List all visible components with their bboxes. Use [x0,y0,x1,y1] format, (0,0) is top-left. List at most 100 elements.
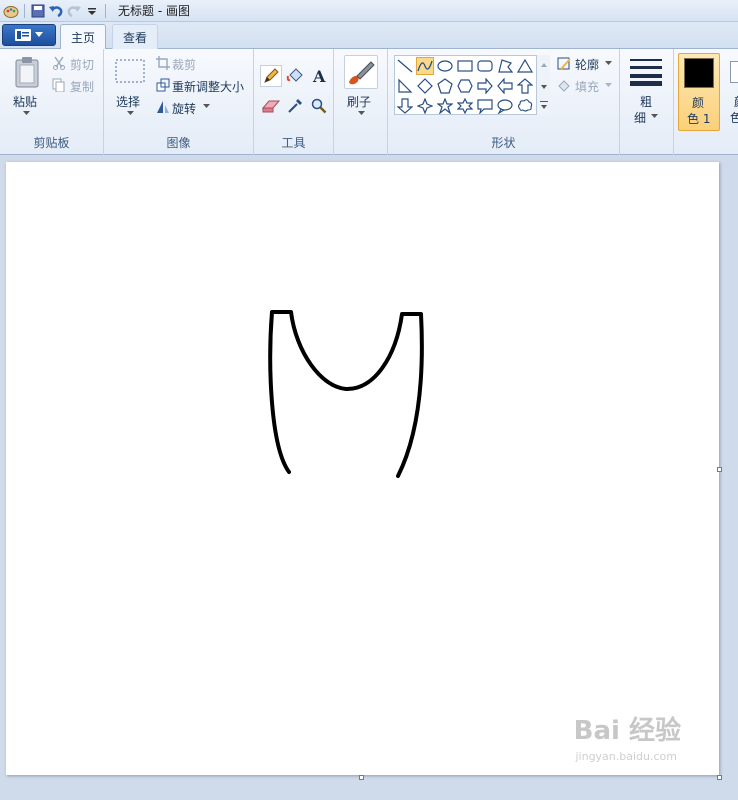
canvas-workspace: Bai 经验 jingyan.baidu.com [0,156,738,800]
cut-icon [52,56,66,70]
customize-quick-access-icon[interactable] [83,2,101,20]
shapes-group: 轮廓 填充 形状 [388,49,620,155]
color2-label-line2: 色 [730,111,738,125]
line-shape-icon[interactable] [396,57,414,75]
cut-button[interactable]: 剪切 [70,56,94,73]
right-arrow-shape-icon[interactable] [476,77,494,95]
resize-button[interactable]: 重新调整大小 [172,78,244,95]
drawing-canvas[interactable]: Bai 经验 jingyan.baidu.com [6,162,719,775]
rotate-button[interactable]: 旋转 [172,100,196,117]
diamond-shape-icon[interactable] [416,77,434,95]
size-group: 粗 细 [620,49,674,155]
color1-swatch [684,58,714,88]
clipboard-group-label: 剪贴板 [33,136,70,150]
pentagon-shape-icon[interactable] [436,77,454,95]
separator [24,3,25,18]
select-button[interactable]: 选择 [116,93,140,110]
clipboard-group: 粘贴 剪切 复制 剪贴板 [0,49,104,155]
brushes-group: 刷子 [334,49,388,155]
drawn-curves [268,310,424,478]
resize-handle-right[interactable] [717,467,722,472]
tab-view[interactable]: 查看 [112,24,158,49]
brushes-button[interactable]: 刷子 [347,93,371,110]
select-dropdown-icon[interactable] [126,109,134,117]
shapes-gallery [394,55,550,115]
fill-icon [556,78,572,94]
select-icon[interactable] [114,58,146,84]
image-group-label: 图像 [166,136,191,150]
redo-icon[interactable] [65,2,83,20]
eraser-icon[interactable] [260,95,282,117]
size-label-line1[interactable]: 粗 [640,93,652,110]
paste-button[interactable]: 粘贴 [13,93,37,110]
baidu-watermark-logo: Bai 经验 [573,716,681,746]
tools-group: A 工具 [254,49,334,155]
color2-label-line1: 颜 [734,93,738,110]
chevron-down-icon [35,32,43,37]
paste-icon[interactable] [12,55,42,89]
five-point-star-shape-icon[interactable] [436,97,454,115]
menu-icon [15,29,31,41]
image-group: 选择 裁剪 重新调整大小 旋转 图像 [104,49,254,155]
up-arrow-shape-icon[interactable] [516,77,534,95]
fill-button[interactable]: 填充 [575,78,599,95]
curve-shape-icon[interactable] [416,57,434,75]
copy-icon [52,78,66,92]
oval-callout-shape-icon[interactable] [496,97,514,115]
rectangle-callout-shape-icon[interactable] [476,97,494,115]
triangle-shape-icon[interactable] [516,57,534,75]
cloud-callout-shape-icon[interactable] [516,97,534,115]
hexagon-shape-icon[interactable] [456,77,474,95]
brush-icon[interactable] [344,55,378,89]
paint-app-icon[interactable] [2,2,20,20]
undo-icon[interactable] [47,2,65,20]
text-icon[interactable]: A [308,65,330,87]
save-icon[interactable] [29,2,47,20]
color1-label-line2: 色 1 [687,112,711,126]
paint-menu-button[interactable] [2,24,56,46]
pencil-icon[interactable] [260,65,282,87]
size-label-line2[interactable]: 细 [634,109,646,126]
resize-icon [156,78,170,92]
crop-button[interactable]: 裁剪 [172,56,196,73]
resize-handle-bottom[interactable] [359,775,364,780]
shapes-gallery-scroll[interactable] [536,55,550,115]
shapes-group-label: 形状 [491,136,516,150]
tools-group-label: 工具 [281,136,306,150]
four-point-star-shape-icon[interactable] [416,97,434,115]
outline-button[interactable]: 轮廓 [575,56,599,73]
color2-button[interactable]: 颜 色 [726,53,738,131]
color-picker-icon[interactable] [284,95,306,117]
brushes-dropdown-icon[interactable] [357,109,365,117]
color1-label-line1: 颜 [692,96,705,110]
separator [105,3,106,18]
tab-home[interactable]: 主页 [60,24,106,49]
copy-button[interactable]: 复制 [70,78,94,95]
outline-icon [556,56,572,72]
size-dropdown-icon[interactable] [650,112,658,120]
magnifier-icon[interactable] [308,95,330,117]
title-bar: 无标题 - 画图 [0,0,738,22]
left-arrow-shape-icon[interactable] [496,77,514,95]
six-point-star-shape-icon[interactable] [456,97,474,115]
window-title: 无标题 - 画图 [118,4,190,18]
rotate-dropdown-icon[interactable] [202,102,210,110]
polygon-shape-icon[interactable] [496,57,514,75]
rounded-rectangle-shape-icon[interactable] [476,57,494,75]
right-triangle-shape-icon[interactable] [396,77,414,95]
color1-button[interactable]: 颜 色 1 [678,53,720,131]
svg-text:A: A [312,68,326,84]
fill-dropdown-icon[interactable] [604,81,612,89]
line-size-icon[interactable] [629,57,663,87]
color2-swatch [730,61,738,83]
oval-shape-icon[interactable] [436,57,454,75]
resize-handle-corner[interactable] [717,775,722,780]
outline-dropdown-icon[interactable] [604,59,612,67]
ribbon: 粘贴 剪切 复制 剪贴板 选择 裁剪 重新调整大小 旋转 图像 A 工具 刷子 … [0,49,738,155]
baidu-watermark-url: jingyan.baidu.com [575,750,677,763]
fill-bucket-icon[interactable] [284,65,306,87]
rectangle-shape-icon[interactable] [456,57,474,75]
down-arrow-shape-icon[interactable] [396,97,414,115]
rotate-icon [156,100,170,114]
paste-dropdown-icon[interactable] [22,109,30,117]
